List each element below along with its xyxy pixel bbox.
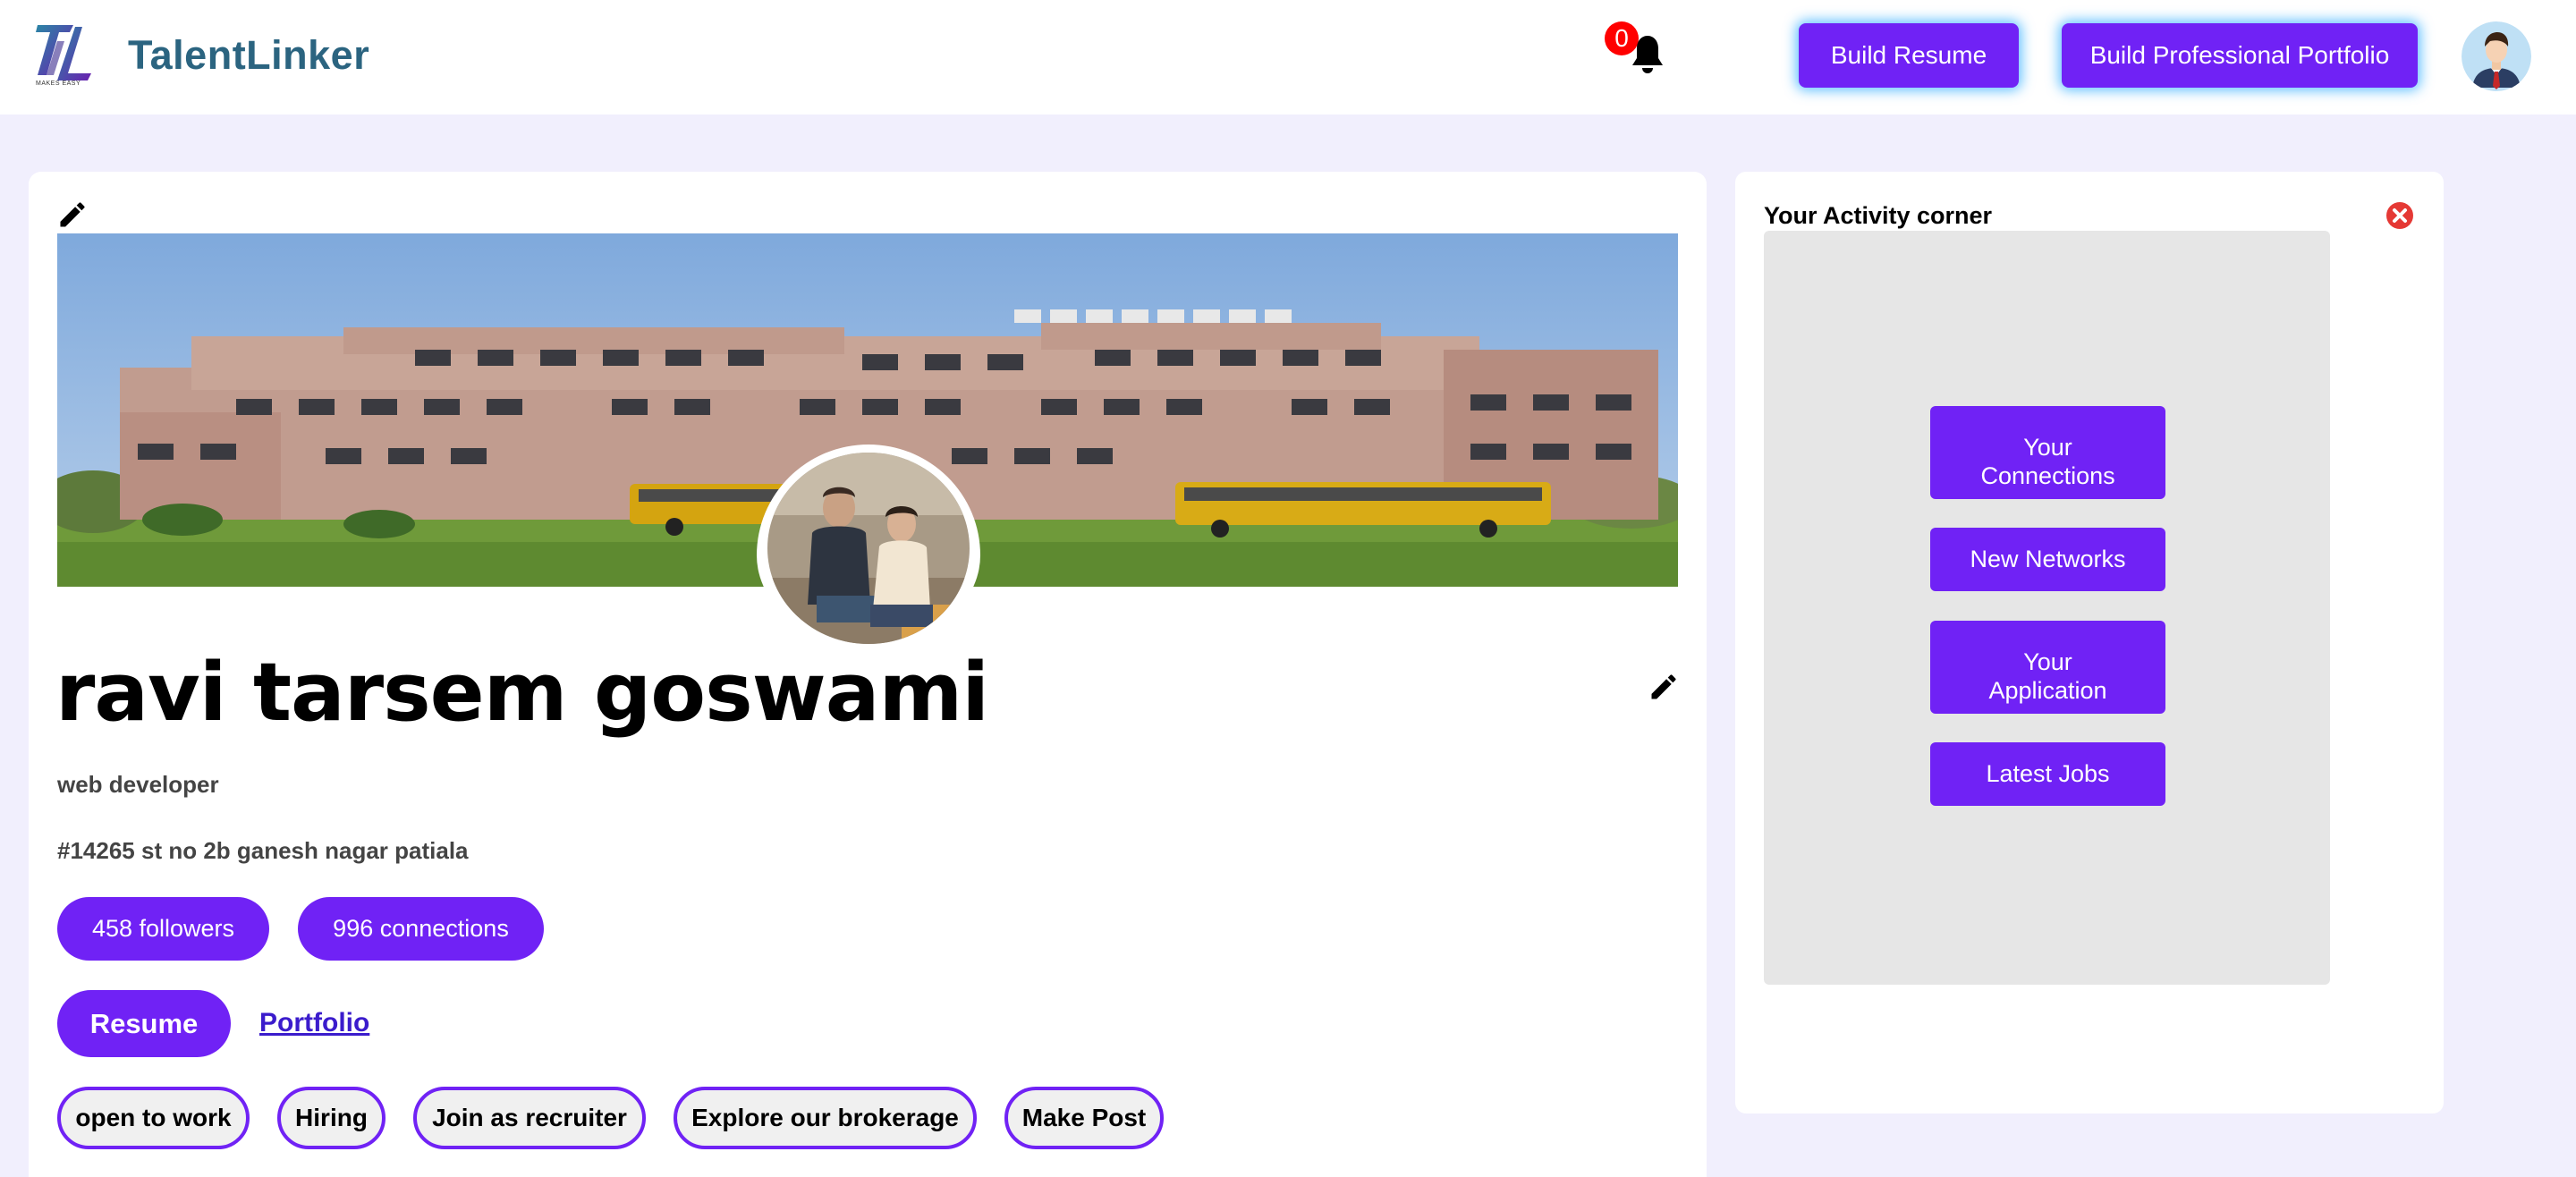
new-networks-button[interactable]: New Networks	[1930, 528, 2165, 591]
build-portfolio-button[interactable]: Build Professional Portfolio	[2062, 23, 2418, 88]
edit-profile-button[interactable]	[1648, 671, 1680, 703]
user-avatar[interactable]	[2462, 21, 2531, 91]
activity-panel	[1764, 231, 2330, 985]
pencil-icon	[1651, 674, 1676, 699]
profile-name: ravi tarsem goswami	[55, 646, 989, 740]
logo-caption: MAKES EASY	[36, 80, 81, 87]
user-avatar-icon	[2462, 21, 2531, 91]
followers-count-button[interactable]: 458 followers	[57, 897, 269, 961]
bell-icon	[1632, 36, 1663, 73]
notification-button[interactable]: 0	[1605, 21, 1664, 75]
brand-name[interactable]: TalentLinker	[128, 32, 369, 79]
hiring-button[interactable]: Hiring	[277, 1087, 386, 1149]
explore-brokerage-button[interactable]: Explore our brokerage	[674, 1087, 977, 1149]
talentlinker-logo[interactable]: MAKES EASY	[34, 21, 98, 89]
close-circle-icon	[2386, 202, 2413, 229]
profile-headline: web developer	[57, 771, 219, 798]
logo-mark-icon	[36, 25, 91, 80]
resume-button[interactable]: Resume	[57, 990, 231, 1057]
activity-corner-title: Your Activity corner	[1764, 202, 1993, 229]
latest-jobs-button[interactable]: Latest Jobs	[1930, 742, 2165, 806]
your-application-button[interactable]: Your Application	[1930, 621, 2165, 714]
your-connections-label: Your Connections	[1980, 434, 2115, 489]
edit-cover-button[interactable]	[56, 199, 89, 231]
profile-photo-image	[767, 453, 970, 644]
your-application-label: Your Application	[1988, 648, 2107, 704]
build-resume-button[interactable]: Build Resume	[1799, 23, 2019, 88]
connections-count-button[interactable]: 996 connections	[298, 897, 544, 961]
pencil-icon	[60, 202, 85, 227]
profile-picture[interactable]	[767, 453, 970, 644]
your-connections-button[interactable]: Your Connections	[1930, 406, 2165, 499]
profile-address: #14265 st no 2b ganesh nagar patiala	[57, 837, 469, 864]
join-as-recruiter-button[interactable]: Join as recruiter	[413, 1087, 646, 1149]
make-post-button[interactable]: Make Post	[1004, 1087, 1164, 1149]
portfolio-link[interactable]: Portfolio	[259, 1008, 369, 1038]
open-to-work-button[interactable]: open to work	[57, 1087, 250, 1149]
close-activity-button[interactable]	[2385, 200, 2415, 231]
top-header: MAKES EASY TalentLinker 0 Build Resume B…	[0, 0, 2576, 114]
